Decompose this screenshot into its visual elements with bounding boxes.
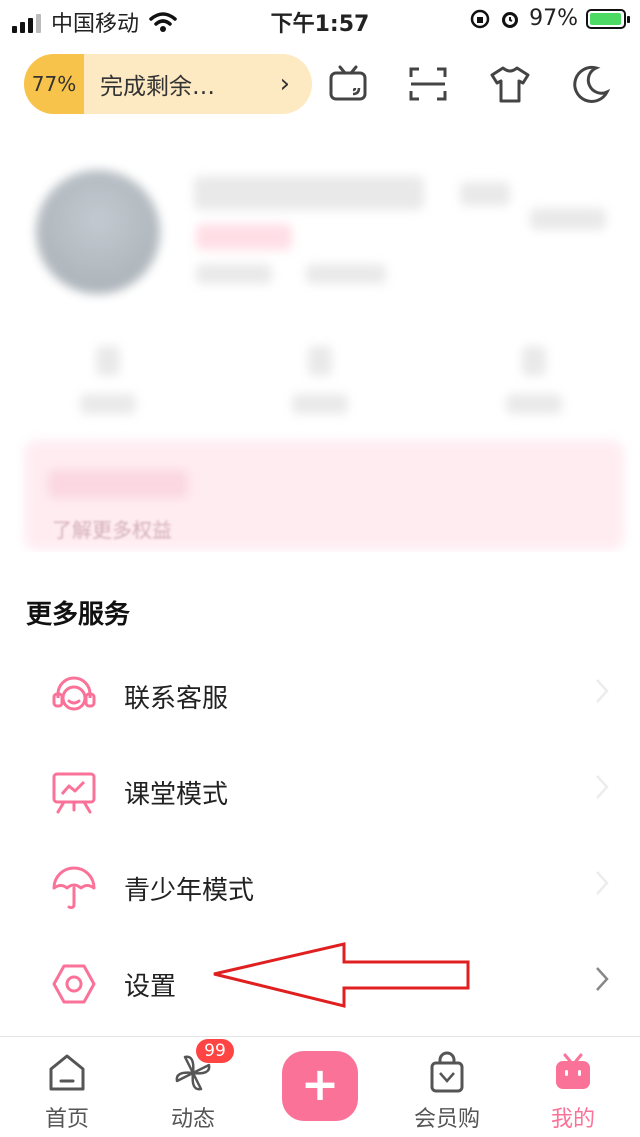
menu-item-label: 联系客服: [124, 684, 229, 714]
level-placeholder: [460, 182, 510, 206]
top-toolbar: 77% 完成剩余… ›: [0, 50, 640, 120]
chevron-right-icon: [596, 871, 609, 895]
stat-label-1: [80, 394, 136, 414]
menu-item-label: 青少年模式: [124, 876, 255, 906]
bilibili-tv-icon: [556, 1053, 590, 1089]
classroom-icon: [52, 772, 96, 814]
night-mode-icon[interactable]: [568, 62, 612, 106]
status-bar: 中国移动 下午1:57 97%: [0, 0, 640, 40]
bottom-tab-bar: 首页 99 动态 + 会员购 我的: [0, 1036, 640, 1137]
tab-home[interactable]: 首页: [12, 1037, 122, 1137]
tab-vip-shop[interactable]: 会员购: [392, 1037, 502, 1137]
task-progress-pill[interactable]: 77% 完成剩余… ›: [24, 54, 312, 114]
task-text: 完成剩余…: [100, 74, 215, 100]
task-percent: 77%: [24, 54, 84, 114]
tab-mine[interactable]: 我的: [518, 1037, 628, 1137]
outfit-icon[interactable]: [488, 62, 532, 106]
rotation-lock-icon: [470, 9, 490, 28]
tab-label: 动态: [170, 1107, 215, 1132]
scan-icon[interactable]: [406, 62, 450, 106]
umbrella-icon: [52, 866, 96, 910]
avatar: [36, 170, 160, 294]
tab-dynamic[interactable]: 99 动态: [138, 1037, 248, 1137]
section-title: 更多服务: [26, 600, 131, 630]
stat-value-3: [522, 346, 546, 376]
stat-value-2: [308, 346, 332, 376]
chevron-right-icon: ›: [279, 69, 290, 99]
menu-item-customer-service[interactable]: 联系客服: [0, 648, 640, 744]
vip-more-text: 了解更多权益: [52, 518, 172, 542]
tab-label: 首页: [44, 1107, 89, 1132]
publish-button[interactable]: +: [282, 1051, 358, 1121]
menu-item-label: 课堂模式: [124, 780, 229, 810]
vip-tag-placeholder: [196, 224, 292, 250]
menu-item-label: 设置: [124, 972, 177, 1002]
tab-label: 会员购: [413, 1107, 480, 1132]
battery-icon: [586, 8, 630, 29]
shopping-bag-icon: [430, 1051, 464, 1093]
bcoin-placeholder: [306, 264, 386, 284]
coin-placeholder: [196, 264, 272, 284]
menu-item-classroom-mode[interactable]: 课堂模式: [0, 744, 640, 840]
stat-value-1: [96, 346, 120, 376]
customer-service-icon: [52, 676, 96, 711]
stat-label-2: [292, 394, 348, 414]
status-right: 97%: [469, 6, 630, 31]
menu-item-youth-mode[interactable]: 青少年模式: [0, 840, 640, 936]
settings-icon: [52, 964, 96, 1004]
home-icon: [49, 1054, 85, 1091]
notification-badge: 99: [196, 1039, 234, 1063]
space-link-placeholder: [530, 208, 606, 230]
annotation-arrow: [213, 942, 470, 1008]
profile-section: [0, 140, 640, 550]
chevron-right-icon: [596, 679, 609, 703]
username-placeholder: [194, 176, 424, 210]
alarm-icon: [502, 11, 519, 28]
stat-label-3: [506, 394, 562, 414]
vip-banner-title: [48, 470, 188, 498]
tab-label: 我的: [550, 1107, 595, 1132]
tv-cast-icon[interactable]: [326, 62, 370, 106]
chevron-right-icon: [596, 967, 609, 991]
battery-percent: 97%: [529, 6, 578, 31]
chevron-right-icon: [596, 775, 609, 799]
